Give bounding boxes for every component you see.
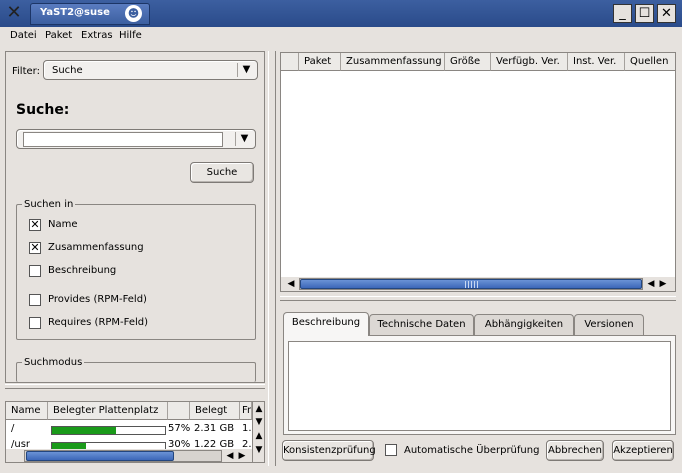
pkg-col-sources[interactable]: Quellen [625,53,675,71]
disk-col-free[interactable]: Fr [240,402,252,420]
disk-col-used-space[interactable]: Belegter Plattenplatz [48,402,168,420]
checkbox-requires-label: Requires (RPM-Feld) [48,317,149,328]
checkbox-summary-label: Zusammenfassung [48,242,144,253]
search-input[interactable] [23,132,223,147]
consistency-check-label: Konsistenzprüfung [283,445,376,456]
left-splitter[interactable] [5,384,265,389]
auto-check-label: Automatische Überprüfung [404,445,540,456]
filter-value: Suche [52,65,83,76]
auto-check-checkbox[interactable] [385,444,397,456]
checkbox-provides-label: Provides (RPM-Feld) [48,294,147,305]
tab-description-label: Beschreibung [291,317,361,328]
scroll-left-icon[interactable]: ◀ [645,278,657,290]
search-button-label: Suche [206,167,238,178]
scroll-down-icon[interactable]: ▼ [253,416,264,428]
consistency-check-button[interactable]: Konsistenzprüfung [282,440,376,461]
checkbox-description-label: Beschreibung [48,265,117,276]
tab-content [283,335,676,435]
checkbox-requires[interactable] [29,317,41,329]
menu-extras[interactable]: Extras [81,30,113,41]
pkg-col-package[interactable]: Paket [299,53,341,71]
pkg-col-available-version[interactable]: Verfügb. Ver. [491,53,568,71]
suse-logo-icon: ☻ [125,5,142,22]
search-button[interactable]: Suche [190,162,254,183]
pkg-col-size[interactable]: Größe [445,53,491,71]
scroll-up-icon[interactable]: ▲ [253,403,264,415]
window-title: YaST2@suse [40,7,110,18]
search-in-label: Suchen in [22,199,76,210]
menu-paket[interactable]: Paket [45,30,72,41]
minimize-button[interactable]: _ [613,4,632,23]
chevron-down-icon[interactable]: ▼ [237,63,255,77]
scroll-left-icon[interactable]: ◀ [224,450,236,462]
filter-label: Filter: [12,66,40,77]
disk-col-name[interactable]: Name [6,402,48,420]
chevron-down-icon[interactable]: ▼ [235,132,253,146]
disk-usage-bar [51,426,166,435]
accept-button-label: Akzeptieren [613,445,673,456]
search-heading: Suche: [16,102,70,118]
tab-technical-data-label: Technische Daten [377,319,466,330]
scroll-right-icon[interactable]: ▶ [657,278,669,290]
cancel-button[interactable]: Abbrechen [546,440,604,461]
disk-row-name: / [11,423,15,434]
tab-versions-label: Versionen [584,319,634,330]
scroll-left-icon[interactable]: ◀ [285,278,297,290]
disk-hscroll-thumb[interactable] [26,451,174,461]
maximize-button[interactable]: ☐ [635,4,654,23]
pkg-col-installed-version[interactable]: Inst. Ver. [568,53,625,71]
checkbox-summary[interactable]: ✕ [29,242,41,254]
pkg-col-summary[interactable]: Zusammenfassung [341,53,445,71]
disk-hscrollbar[interactable]: ◀ ▶ [6,449,252,462]
menu-datei[interactable]: Datei [10,30,37,41]
close-button[interactable]: ✕ [657,4,676,23]
menu-hilfe[interactable]: Hilfe [119,30,142,41]
scroll-up-icon[interactable]: ▲ [253,430,264,442]
cancel-button-label: Abbrechen [548,445,602,456]
main-splitter[interactable] [268,51,276,466]
tab-description[interactable]: Beschreibung [283,312,369,336]
description-view[interactable] [288,341,671,431]
scroll-grip-icon [465,281,479,288]
disk-usage-table: Name Belegter Plattenplatz Belegt Fr / 5… [5,401,265,463]
search-mode-label: Suchmodus [22,357,85,368]
checkbox-description[interactable] [29,265,41,277]
tab-versions[interactable]: Versionen [574,314,644,336]
disk-usage-bar-fill [52,427,117,434]
tab-dependencies-label: Abhängigkeiten [484,319,564,330]
checkbox-provides[interactable] [29,294,41,306]
scroll-right-icon[interactable]: ▶ [236,450,248,462]
filter-select[interactable]: Suche ▼ [43,60,258,80]
tab-dependencies[interactable]: Abhängigkeiten [474,314,574,336]
pkg-hscroll-thumb[interactable] [300,279,642,289]
right-splitter[interactable] [280,296,676,301]
search-combo[interactable]: ▼ [16,129,256,149]
pkg-hscrollbar[interactable]: ◀ ◀ ▶ [281,277,675,291]
checkbox-name-label: Name [48,219,78,230]
accept-button[interactable]: Akzeptieren [612,440,674,461]
scroll-down-icon[interactable]: ▼ [253,444,264,456]
disk-row-percent: 57% [168,423,191,434]
pkg-col-status[interactable] [281,53,299,71]
disk-col-used[interactable]: Belegt [190,402,240,420]
app-menu-icon[interactable]: ✕ [4,3,24,23]
tab-technical-data[interactable]: Technische Daten [369,314,474,336]
disk-col-blank[interactable] [168,402,190,420]
package-table: Paket Zusammenfassung Größe Verfügb. Ver… [280,52,676,292]
checkbox-name[interactable]: ✕ [29,219,41,231]
disk-row-used: 2.31 GB [194,423,235,434]
disk-vscrollbar[interactable]: ▲ ▼ ▲ ▼ [252,402,264,462]
